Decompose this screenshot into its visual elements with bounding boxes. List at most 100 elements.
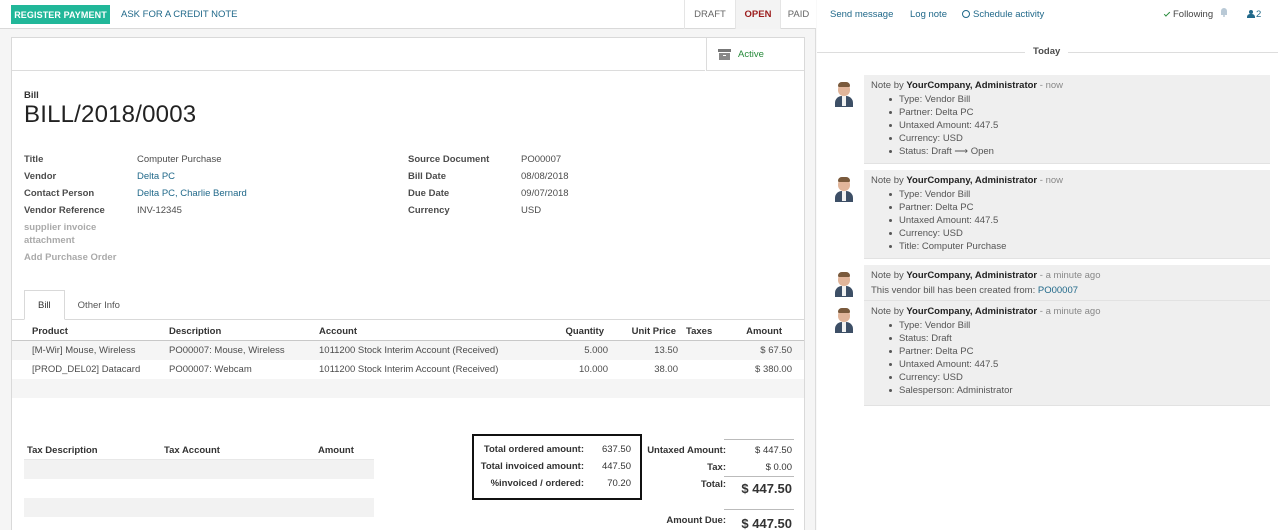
- field-label-contact: Contact Person: [24, 188, 95, 199]
- avatar[interactable]: [833, 306, 855, 334]
- active-toggle-button[interactable]: Active: [706, 38, 804, 71]
- following-button[interactable]: Following: [1163, 9, 1214, 20]
- bell-icon[interactable]: [1220, 8, 1228, 17]
- totals-divider: [724, 476, 794, 477]
- followers-count: 2: [1256, 9, 1262, 20]
- message-prefix: Note by: [871, 175, 904, 186]
- tax-row-empty: [24, 460, 374, 479]
- cell-product: [PROD_DEL02] Datacard: [32, 364, 141, 375]
- message: Note by YourCompany, Administrator - a m…: [864, 265, 1270, 301]
- field-value-source-document[interactable]: PO00007: [521, 154, 561, 165]
- message-prefix: Note by: [871, 306, 904, 317]
- cell-description: PO00007: Webcam: [169, 364, 252, 375]
- col-amount: Amount: [746, 326, 782, 337]
- table-row-empty[interactable]: [12, 379, 804, 398]
- list-item: Untaxed Amount: 447.5: [886, 359, 1013, 372]
- field-value-due-date[interactable]: 09/07/2018: [521, 188, 569, 199]
- field-label-vendor-reference: Vendor Reference: [24, 205, 105, 216]
- table-row[interactable]: [PROD_DEL02] Datacard PO00007: Webcam 10…: [12, 360, 804, 379]
- message-author[interactable]: YourCompany, Administrator: [906, 175, 1037, 186]
- active-label: Active: [738, 48, 764, 60]
- attachment-label-line2: attachment: [24, 235, 75, 246]
- tab-other-info[interactable]: Other Info: [65, 290, 133, 320]
- divider: [12, 70, 705, 71]
- list-item: Currency: USD: [886, 133, 998, 146]
- summary-label: %invoiced / ordered:: [490, 478, 584, 489]
- chatter-topbar: Send message Log note Schedule activity …: [817, 0, 1278, 29]
- chatter-panel: Send message Log note Schedule activity …: [817, 0, 1278, 530]
- stage-open[interactable]: OPEN: [735, 0, 780, 29]
- message-author[interactable]: YourCompany, Administrator: [906, 80, 1037, 91]
- form-view: REGISTER PAYMENT ASK FOR A CREDIT NOTE D…: [0, 0, 816, 530]
- list-item: Currency: USD: [886, 372, 1013, 385]
- message-header: Note by YourCompany, Administrator - now: [871, 80, 1063, 91]
- field-value-vendor-reference[interactable]: INV-12345: [137, 205, 182, 216]
- total-label: Total:: [700, 479, 726, 490]
- message-time: - a minute ago: [1039, 270, 1101, 281]
- summary-row: Total invoiced amount: 447.50: [474, 458, 640, 475]
- cell-unit-price: 13.50: [654, 345, 678, 356]
- source-document-link[interactable]: PO00007: [1038, 285, 1078, 296]
- vendor-link[interactable]: Delta PC: [137, 171, 175, 182]
- table-row[interactable]: [M-Wir] Mouse, Wireless PO00007: Mouse, …: [12, 341, 804, 360]
- field-value-currency[interactable]: USD: [521, 205, 541, 216]
- send-message-button[interactable]: Send message: [830, 9, 893, 20]
- col-description: Description: [169, 326, 222, 337]
- cell-quantity: 10.000: [578, 364, 608, 375]
- avatar[interactable]: [833, 175, 855, 203]
- list-item: Type: Vendor Bill: [886, 320, 1013, 333]
- untaxed-amount-value: $ 447.50: [755, 445, 792, 456]
- avatar[interactable]: [833, 270, 855, 298]
- schedule-activity-button[interactable]: Schedule activity: [962, 9, 1044, 20]
- total-value: $ 447.50: [741, 481, 792, 496]
- user-icon: [1247, 10, 1255, 18]
- tracking-list: Type: Vendor Bill Partner: Delta PC Unta…: [886, 189, 1006, 254]
- field-label-title: Title: [24, 154, 44, 165]
- message-header: Note by YourCompany, Administrator - a m…: [871, 270, 1101, 281]
- avatar[interactable]: [833, 80, 855, 108]
- cell-product: [M-Wir] Mouse, Wireless: [32, 345, 136, 356]
- tax-row-empty: [24, 498, 374, 517]
- field-label-bill-date: Bill Date: [408, 171, 447, 182]
- tax-table-header: Tax Description Tax Account Amount: [24, 442, 374, 460]
- stage-paid[interactable]: PAID: [780, 0, 816, 29]
- list-item: Type: Vendor Bill: [886, 94, 998, 107]
- log-note-button[interactable]: Log note: [910, 9, 947, 20]
- check-icon: [1163, 10, 1171, 17]
- message-author[interactable]: YourCompany, Administrator: [906, 306, 1037, 317]
- tax-table: Tax Description Tax Account Amount: [24, 442, 374, 517]
- following-label: Following: [1173, 9, 1214, 20]
- summary-row: %invoiced / ordered: 70.20: [474, 475, 640, 492]
- message-author[interactable]: YourCompany, Administrator: [906, 270, 1037, 281]
- col-quantity: Quantity: [565, 326, 604, 337]
- message-time: - now: [1039, 175, 1063, 186]
- contact-person-link[interactable]: Delta PC, Charlie Bernard: [137, 188, 247, 199]
- clock-icon: [962, 10, 970, 18]
- page-title: BILL/2018/0003: [24, 101, 197, 128]
- list-item: Currency: USD: [886, 228, 1006, 241]
- cell-amount: $ 380.00: [755, 364, 792, 375]
- stage-draft[interactable]: DRAFT: [684, 0, 735, 29]
- tax-value: $ 0.00: [765, 462, 792, 473]
- cell-account: 1011200 Stock Interim Account (Received): [319, 364, 499, 375]
- message-body: This vendor bill has been created from: …: [871, 285, 1078, 296]
- register-payment-button[interactable]: REGISTER PAYMENT: [11, 5, 110, 24]
- summary-row: Total ordered amount: 637.50: [474, 441, 640, 458]
- day-label: Today: [1025, 46, 1069, 57]
- cell-description: PO00007: Mouse, Wireless: [169, 345, 285, 356]
- col-tax-amount: Amount: [318, 445, 354, 456]
- cell-amount: $ 67.50: [760, 345, 792, 356]
- message-header: Note by YourCompany, Administrator - now: [871, 175, 1063, 186]
- credit-note-button[interactable]: ASK FOR A CREDIT NOTE: [121, 9, 238, 20]
- tab-bill[interactable]: Bill: [24, 290, 65, 320]
- field-value-title[interactable]: Computer Purchase: [137, 154, 221, 165]
- tax-row-empty: [24, 479, 374, 498]
- col-tax-description: Tax Description: [27, 445, 98, 456]
- followers-button[interactable]: 2: [1247, 9, 1261, 20]
- field-value-bill-date[interactable]: 08/08/2018: [521, 171, 569, 182]
- field-label-due-date: Due Date: [408, 188, 450, 199]
- list-item: Status: Draft: [886, 333, 1013, 346]
- cell-unit-price: 38.00: [654, 364, 678, 375]
- untaxed-amount-label: Untaxed Amount:: [647, 445, 726, 456]
- summary-value: 447.50: [601, 461, 631, 472]
